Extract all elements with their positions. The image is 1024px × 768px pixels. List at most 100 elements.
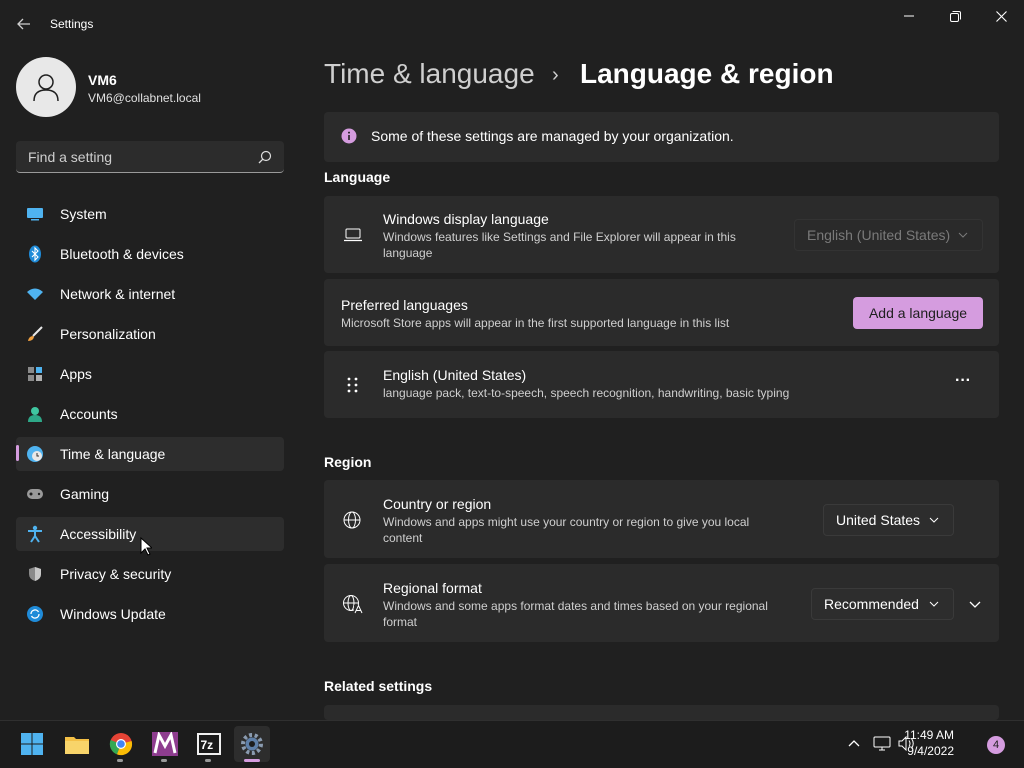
sidebar-item-system[interactable]: System: [16, 197, 284, 231]
minimize-button[interactable]: [886, 0, 932, 32]
restore-icon: [949, 10, 961, 22]
info-icon: [341, 128, 357, 144]
sidebar-item-label: Windows Update: [60, 606, 166, 622]
sidebar-item-label: System: [60, 206, 107, 222]
dropdown-value: Recommended: [824, 596, 919, 612]
taskbar-chrome[interactable]: [103, 726, 139, 762]
taskbar-m-app[interactable]: [147, 726, 183, 762]
country-region-dropdown[interactable]: United States: [823, 504, 954, 536]
clock-time: 11:49 AM: [904, 728, 954, 742]
taskbar-7zip[interactable]: 7z: [191, 726, 227, 762]
active-indicator: [16, 445, 19, 461]
sidebar-item-label: Gaming: [60, 486, 110, 502]
breadcrumb-parent[interactable]: Time & language: [324, 58, 535, 90]
display-language-title: Windows display language: [383, 211, 549, 227]
sidebar-item-time-language[interactable]: Time & language: [16, 437, 284, 471]
active-app-indicator: [244, 759, 260, 762]
sidebar-item-apps[interactable]: Apps: [16, 357, 284, 391]
minimize-icon: [904, 15, 914, 17]
monitor-icon: [26, 205, 44, 223]
taskbar-settings[interactable]: [234, 726, 270, 762]
related-settings-card[interactable]: [324, 705, 999, 720]
user-email: VM6@collabnet.local: [88, 91, 201, 105]
dropdown-value: English (United States): [807, 227, 951, 243]
sidebar-item-label: Apps: [60, 366, 92, 382]
sidebar-item-label: Bluetooth & devices: [60, 246, 184, 262]
display-language-dropdown: English (United States): [794, 219, 983, 251]
avatar[interactable]: [16, 57, 76, 117]
sidebar-item-windows-update[interactable]: Windows Update: [16, 597, 284, 631]
clock-date: 9/4/2022: [907, 744, 954, 758]
page-title: Language & region: [580, 58, 834, 89]
sidebar-item-label: Accounts: [60, 406, 118, 422]
taskbar-file-explorer[interactable]: [59, 726, 95, 762]
sidebar-item-label: Network & internet: [60, 286, 176, 302]
country-region-title: Country or region: [383, 496, 492, 512]
section-heading-language: Language: [324, 169, 391, 185]
7zip-icon: 7z: [197, 733, 221, 755]
display-language-desc: Windows features like Settings and File …: [383, 230, 736, 260]
close-button[interactable]: [978, 0, 1024, 32]
sidebar-item-label: Accessibility: [60, 526, 137, 542]
sidebar-item-personalization[interactable]: Personalization: [16, 317, 284, 351]
section-heading-region: Region: [324, 454, 372, 470]
user-name: VM6: [88, 72, 117, 88]
sidebar-item-bluetooth[interactable]: Bluetooth & devices: [16, 237, 284, 271]
network-icon[interactable]: [873, 736, 891, 751]
chrome-icon: [109, 733, 133, 756]
chevron-down-icon: [929, 517, 941, 523]
chevron-up-icon[interactable]: [848, 739, 860, 747]
sidebar-item-label: Personalization: [60, 326, 156, 342]
expand-button[interactable]: [962, 592, 988, 616]
title-bar: [0, 0, 1024, 48]
preferred-languages-desc: Microsoft Store apps will appear in the …: [341, 316, 730, 330]
globe-clock-icon: [26, 445, 44, 463]
preferred-languages-title: Preferred languages: [341, 297, 468, 313]
country-region-desc: Windows and apps might use your country …: [383, 515, 750, 545]
more-options-button[interactable]: ···: [946, 372, 980, 398]
back-arrow-icon: [17, 18, 30, 30]
chevron-down-icon: [969, 601, 981, 608]
breadcrumb-separator: ›: [552, 64, 559, 86]
update-icon: [26, 605, 44, 623]
search-input[interactable]: [26, 141, 250, 173]
sidebar-item-network[interactable]: Network & internet: [16, 277, 284, 311]
file-explorer-icon: [65, 737, 89, 754]
running-indicator: [205, 759, 211, 762]
person-icon: [33, 74, 59, 102]
regional-format-title: Regional format: [383, 580, 482, 596]
app-title: Settings: [50, 17, 94, 31]
start-button[interactable]: [14, 726, 50, 762]
back-button[interactable]: [8, 10, 40, 38]
taskbar-clock[interactable]: 11:49 AM 9/4/2022: [904, 727, 954, 759]
dropdown-value: United States: [836, 512, 921, 528]
add-language-button[interactable]: Add a language: [853, 297, 983, 329]
managed-info-text: Some of these settings are managed by yo…: [371, 128, 734, 144]
sidebar-item-label: Privacy & security: [60, 566, 172, 582]
restore-button[interactable]: [932, 0, 978, 32]
sidebar-item-privacy[interactable]: Privacy & security: [16, 557, 284, 591]
laptop-icon: [344, 228, 362, 242]
wifi-icon: [26, 285, 44, 303]
chevron-down-icon: [929, 601, 941, 607]
regional-format-dropdown[interactable]: Recommended: [811, 588, 954, 620]
running-indicator: [161, 759, 167, 762]
search-icon[interactable]: [258, 150, 272, 164]
sidebar-item-accounts[interactable]: Accounts: [16, 397, 284, 431]
start-icon: [21, 733, 43, 755]
drag-handle-icon[interactable]: [346, 376, 360, 394]
svg-text:7z: 7z: [201, 738, 214, 752]
m-app-icon: [152, 732, 178, 756]
settings-gear-icon: [241, 733, 263, 755]
language-entry-desc: language pack, text-to-speech, speech re…: [383, 386, 790, 400]
sidebar-item-gaming[interactable]: Gaming: [16, 477, 284, 511]
search-box[interactable]: [16, 141, 284, 173]
accessibility-icon: [26, 525, 44, 543]
person-icon: [26, 405, 44, 423]
apps-icon: [26, 365, 44, 383]
close-icon: [995, 10, 1007, 22]
notification-badge[interactable]: 4: [987, 736, 1005, 754]
chevron-down-icon: [958, 232, 970, 238]
regional-format-desc: Windows and some apps format dates and t…: [383, 599, 768, 629]
shield-icon: [26, 565, 44, 583]
